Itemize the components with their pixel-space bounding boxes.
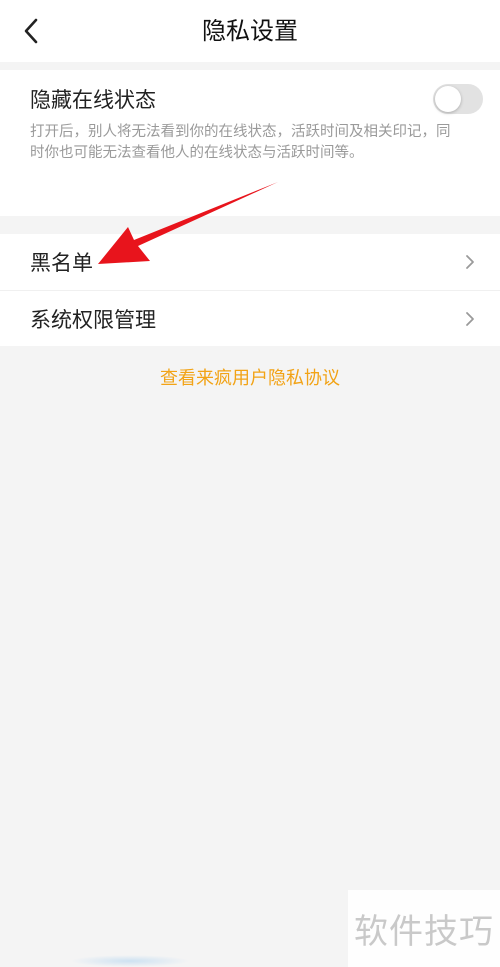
chevron-left-icon bbox=[24, 18, 38, 44]
watermark: 软件技巧 bbox=[348, 890, 500, 967]
hide-online-status-toggle[interactable] bbox=[433, 84, 483, 114]
page-title: 隐私设置 bbox=[202, 17, 298, 45]
settings-list: 黑名单 系统权限管理 bbox=[0, 234, 500, 346]
chevron-right-icon bbox=[466, 255, 474, 269]
top-bar: 隐私设置 bbox=[0, 0, 500, 62]
privacy-policy-link[interactable]: 查看来疯用户隐私协议 bbox=[0, 364, 500, 390]
hide-online-status-card: 隐藏在线状态 打开后，别人将无法看到你的在线状态，活跃时间及相关印记，同时你也可… bbox=[0, 70, 500, 216]
list-item-system-permissions[interactable]: 系统权限管理 bbox=[0, 290, 500, 346]
back-button[interactable] bbox=[14, 14, 48, 48]
list-item-label: 系统权限管理 bbox=[30, 307, 156, 332]
bottom-glow bbox=[70, 955, 190, 967]
hide-online-status-label: 隐藏在线状态 bbox=[30, 88, 156, 112]
hide-online-status-description: 打开后，别人将无法看到你的在线状态，活跃时间及相关印记，同时你也可能无法查看他人… bbox=[30, 124, 451, 161]
list-item-label: 黑名单 bbox=[30, 251, 93, 275]
list-item-blacklist[interactable]: 黑名单 bbox=[0, 234, 500, 290]
chevron-right-icon bbox=[466, 312, 474, 326]
toggle-knob bbox=[435, 86, 461, 112]
